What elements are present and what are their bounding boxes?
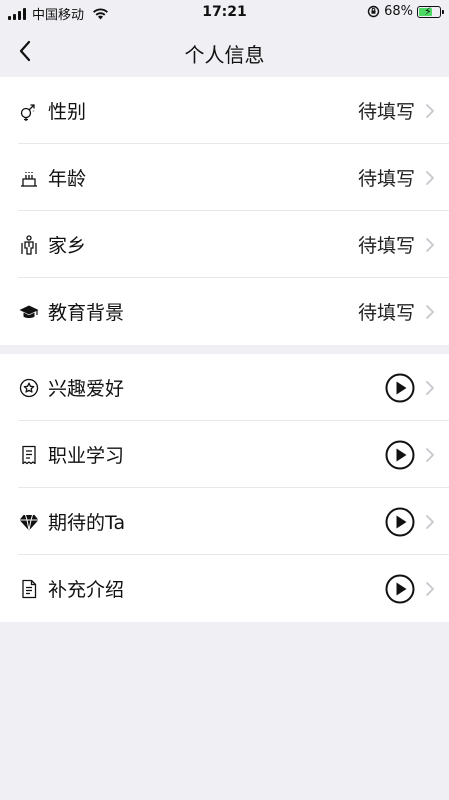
row-right [385, 421, 435, 488]
receipt-icon [18, 444, 40, 466]
play-icon[interactable] [385, 507, 415, 537]
row-right [385, 354, 435, 421]
row-right [385, 555, 435, 622]
row-value: 待填写 [357, 302, 415, 324]
row-hobbies[interactable]: 兴趣爱好 [0, 354, 449, 421]
play-icon[interactable] [385, 574, 415, 604]
row-value: 待填写 [357, 101, 415, 123]
orientation-lock-icon [367, 5, 380, 18]
status-bar: 中国移动 17:21 68% ⚡ [0, 0, 449, 26]
play-icon[interactable] [385, 373, 415, 403]
row-career[interactable]: 职业学习 [0, 421, 449, 488]
battery-percent: 68% [384, 4, 413, 19]
battery-icon: ⚡ [417, 4, 444, 18]
row-gender[interactable]: 性别 待填写 [0, 77, 449, 144]
nav-bar: 个人信息 [0, 26, 449, 76]
row-age[interactable]: 年龄 待填写 [0, 144, 449, 211]
row-education[interactable]: 教育背景 待填写 [0, 278, 449, 345]
graduation-cap-icon [18, 301, 40, 323]
row-label: 职业学习 [48, 445, 125, 467]
chevron-right-icon [425, 103, 435, 119]
basic-info-group: 性别 待填写 年龄 待填写 家乡 待填写 教育背景 待填写 [0, 77, 449, 345]
row-right: 待填写 [358, 77, 435, 144]
row-right: 待填写 [358, 211, 435, 278]
chevron-right-icon [425, 237, 435, 253]
row-right: 待填写 [358, 144, 435, 211]
row-label: 家乡 [48, 235, 87, 257]
star-circle-icon [18, 377, 40, 399]
row-right [385, 488, 435, 555]
row-label: 期待的Ta [48, 512, 126, 534]
charging-icon: ⚡ [424, 4, 432, 18]
play-icon[interactable] [385, 440, 415, 470]
row-expected-partner[interactable]: 期待的Ta [0, 488, 449, 555]
row-additional-intro[interactable]: 补充介绍 [0, 555, 449, 622]
row-label: 性别 [48, 101, 87, 123]
diamond-icon [18, 511, 40, 533]
chevron-right-icon [425, 447, 435, 463]
intro-group: 兴趣爱好 职业学习 期待的Ta 补充介绍 [0, 354, 449, 622]
row-label: 年龄 [48, 168, 87, 190]
cake-icon [18, 167, 40, 189]
gender-icon [18, 100, 40, 122]
row-label: 教育背景 [48, 302, 125, 324]
chevron-right-icon [425, 514, 435, 530]
row-value: 待填写 [357, 168, 415, 190]
status-right: 68% ⚡ [367, 4, 444, 19]
row-right: 待填写 [358, 278, 435, 345]
row-label: 兴趣爱好 [48, 378, 125, 400]
row-value: 待填写 [357, 235, 415, 257]
chevron-right-icon [425, 581, 435, 597]
document-icon [18, 578, 40, 600]
chevron-right-icon [425, 380, 435, 396]
row-hometown[interactable]: 家乡 待填写 [0, 211, 449, 278]
person-icon [18, 234, 40, 256]
chevron-right-icon [425, 304, 435, 320]
row-label: 补充介绍 [48, 579, 125, 601]
page-title: 个人信息 [184, 43, 265, 67]
chevron-right-icon [425, 170, 435, 186]
